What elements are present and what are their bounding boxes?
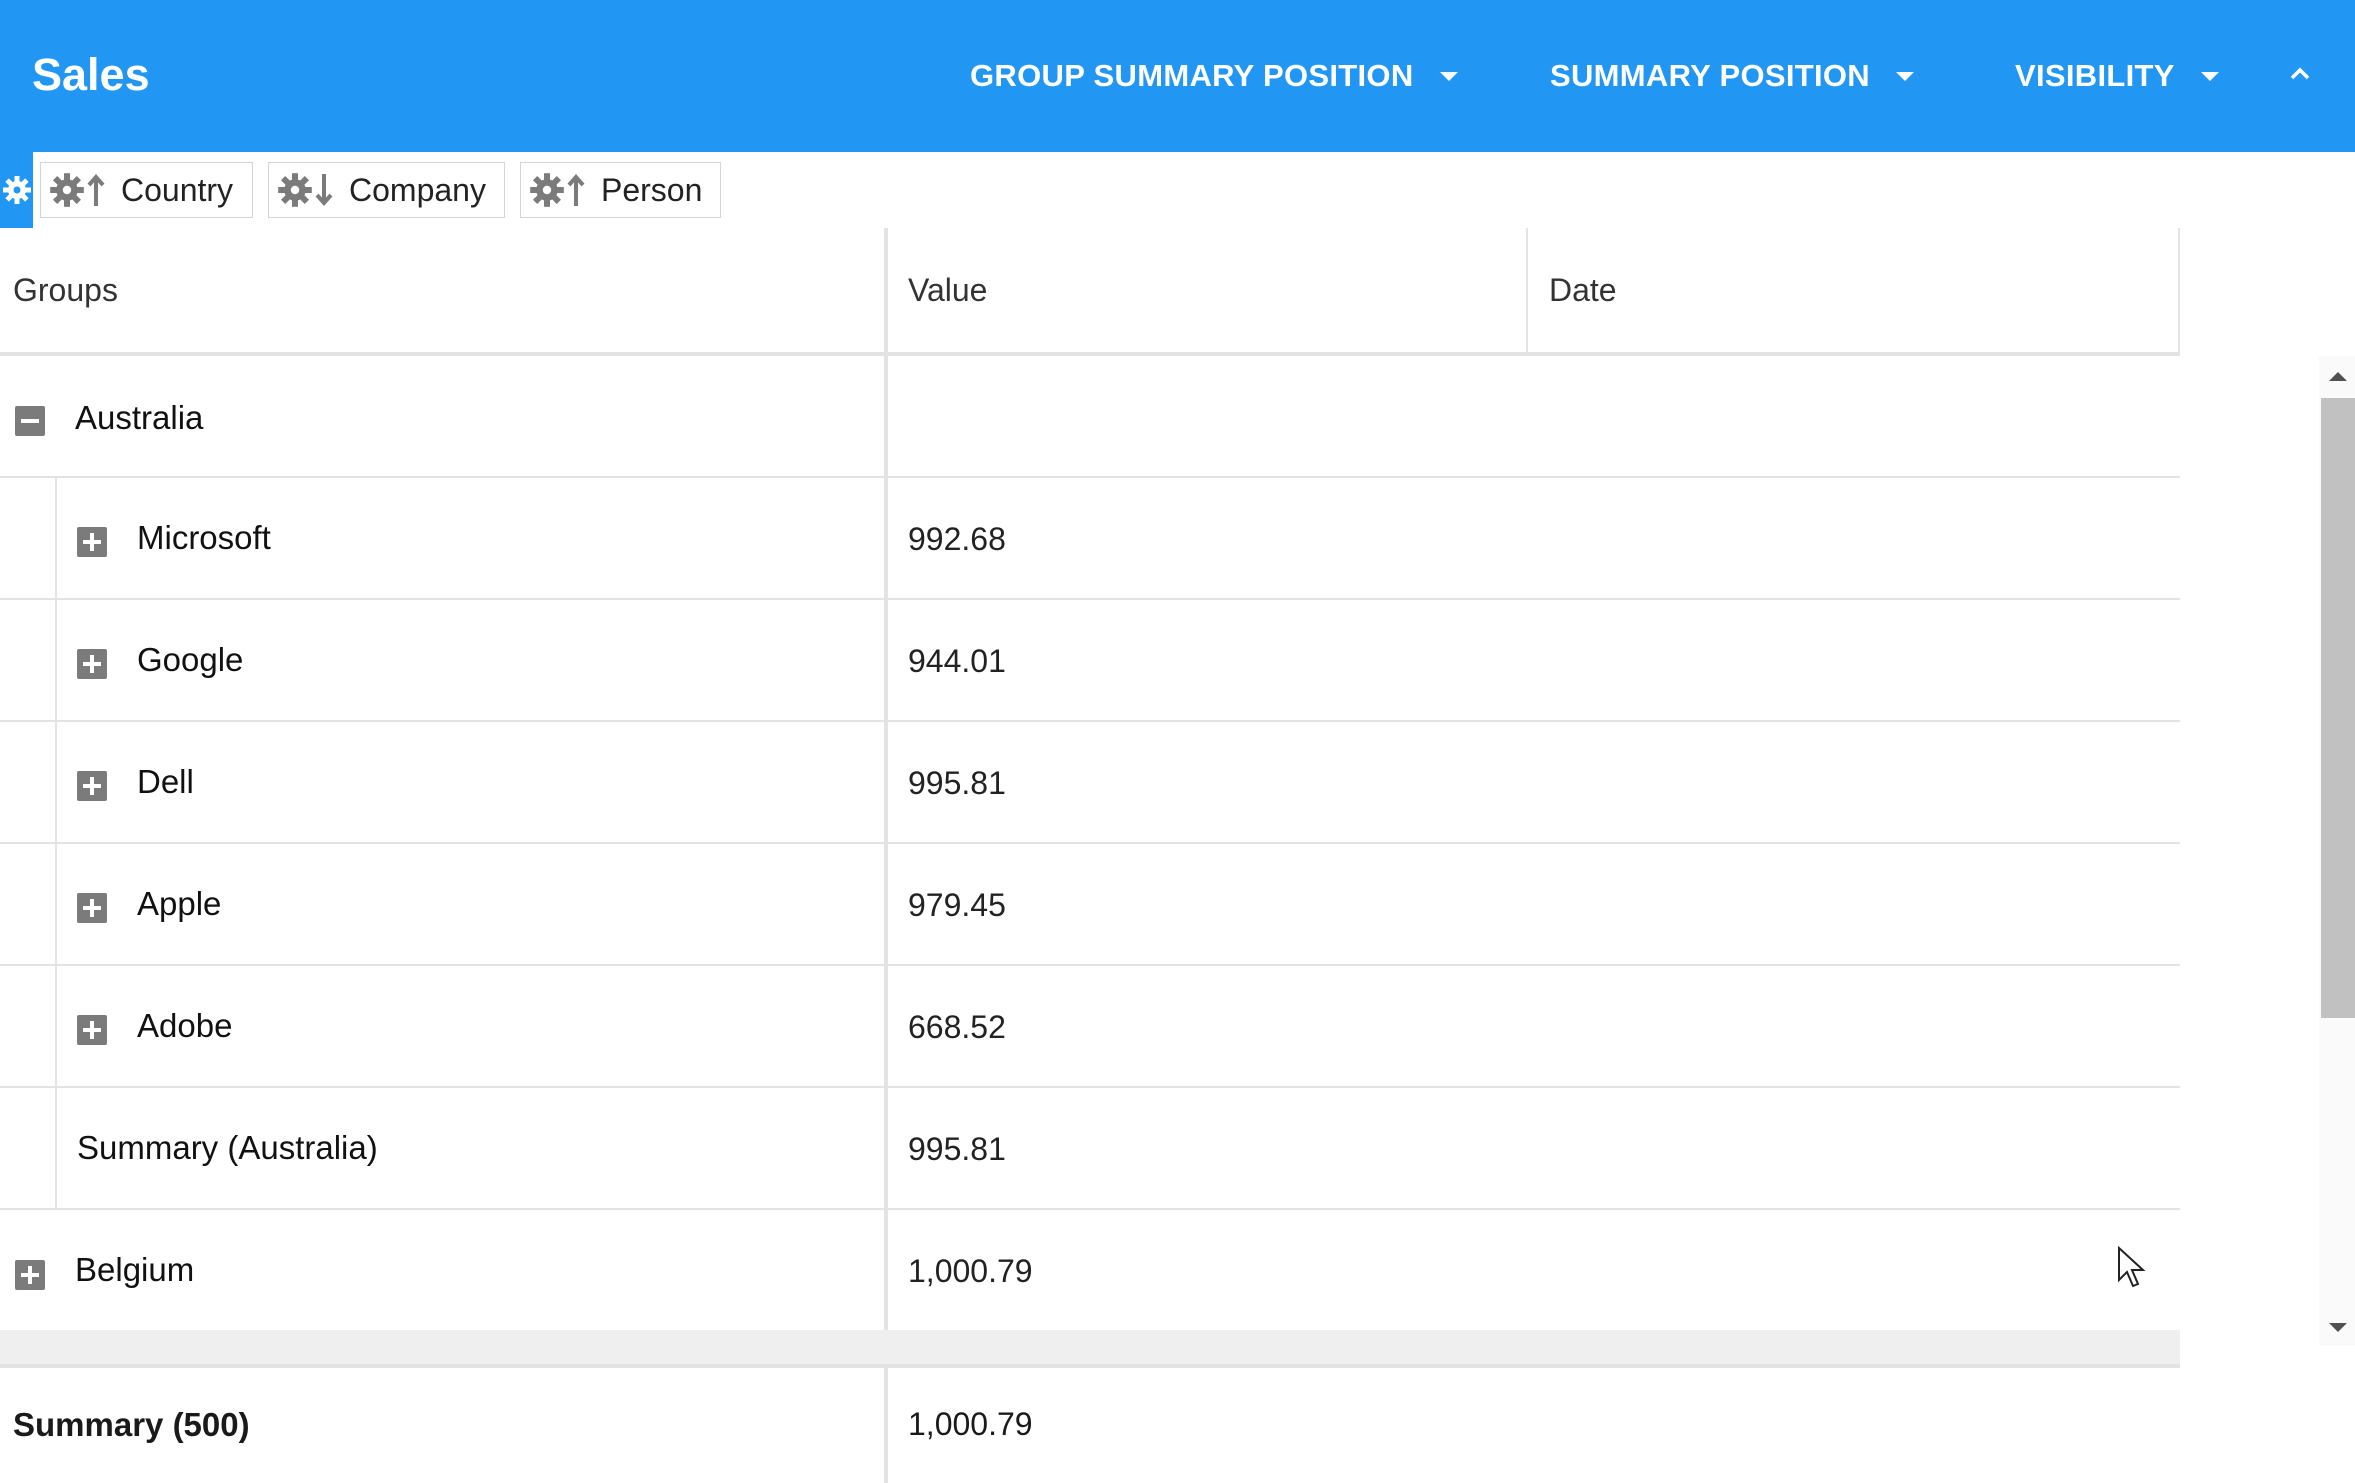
chip-label-country: Country [121, 171, 234, 208]
plus-icon[interactable] [15, 1260, 45, 1290]
scroll-down-icon[interactable] [2329, 1323, 2347, 1332]
value-cell: 995.81 [908, 1131, 1006, 1167]
group-row-dell[interactable]: Dell 995.81 [0, 722, 2180, 844]
group-summary-label: Summary (Australia) [77, 1129, 378, 1166]
caret-down-icon [1896, 71, 1914, 81]
group-row-australia[interactable]: Australia [0, 356, 2180, 478]
column-header-label: Groups [13, 271, 118, 308]
chip-sort-controls [529, 172, 587, 208]
group-panel: Country Company Person [0, 152, 2355, 228]
summary-position-button[interactable]: SUMMARY POSITION [1550, 48, 1914, 104]
arrow-up-icon[interactable] [565, 172, 587, 208]
chip-sort-controls [277, 172, 335, 208]
plus-icon[interactable] [77, 649, 107, 679]
plus-icon[interactable] [77, 771, 107, 801]
group-summary-position-button[interactable]: GROUP SUMMARY POSITION [970, 48, 1458, 104]
group-label: Adobe [137, 1007, 233, 1044]
scroll-up-icon[interactable] [2329, 372, 2347, 381]
column-header-groups[interactable]: Groups [13, 228, 883, 352]
value-cell: 979.45 [908, 887, 1006, 923]
group-row-google[interactable]: Google 944.01 [0, 600, 2180, 722]
visibility-label: VISIBILITY [2015, 58, 2175, 93]
collapse-toolbar-button[interactable] [2280, 54, 2320, 94]
group-chip-person[interactable]: Person [520, 162, 721, 218]
caret-down-icon [2200, 71, 2219, 81]
plus-icon[interactable] [77, 527, 107, 557]
vertical-scrollbar[interactable] [2319, 356, 2355, 1346]
mouse-cursor-icon [2118, 1246, 2146, 1288]
grand-summary-label: Summary (500) [13, 1406, 250, 1443]
value-cell: 995.81 [908, 765, 1006, 801]
column-divider [2178, 228, 2180, 352]
value-cell: 992.68 [908, 521, 1006, 557]
footer-divider [0, 1364, 2180, 1368]
chip-label-person: Person [601, 171, 703, 208]
scrollbar-thumb[interactable] [2321, 398, 2355, 1018]
group-chip-company[interactable]: Company [268, 162, 505, 218]
group-row-apple[interactable]: Apple 979.45 [0, 844, 2180, 966]
visibility-button[interactable]: VISIBILITY [2015, 48, 2219, 104]
group-panel-settings-button[interactable] [0, 152, 33, 228]
gear-icon [2, 176, 31, 204]
column-header-label: Date [1549, 271, 1617, 308]
chevron-up-icon [2290, 67, 2310, 80]
app-title: Sales [32, 49, 150, 100]
column-header-value[interactable]: Value [908, 228, 1523, 352]
value-cell: 944.01 [908, 643, 1006, 679]
plus-icon[interactable] [77, 893, 107, 923]
group-label: Australia [75, 399, 204, 436]
chip-sort-controls [49, 172, 107, 208]
group-label: Microsoft [137, 519, 271, 556]
minus-icon[interactable] [15, 406, 45, 436]
gear-icon[interactable] [277, 172, 313, 208]
summary-position-label: SUMMARY POSITION [1550, 58, 1870, 93]
group-row-belgium[interactable]: Belgium 1,000.79 [0, 1210, 2180, 1332]
arrow-up-icon[interactable] [85, 172, 107, 208]
column-divider [1526, 228, 1528, 352]
column-header-label: Value [908, 271, 988, 308]
value-cell: 1,000.79 [908, 1253, 1033, 1289]
data-grid: Groups Value Date Australia Microsoft 99… [0, 228, 2355, 1483]
group-row-microsoft[interactable]: Microsoft 992.68 [0, 478, 2180, 600]
group-label: Belgium [75, 1251, 195, 1288]
group-label: Google [137, 641, 244, 678]
plus-icon[interactable] [77, 1015, 107, 1045]
column-header-date[interactable]: Date [1549, 228, 2169, 352]
gear-icon[interactable] [49, 172, 85, 208]
grand-summary-value: 1,000.79 [908, 1406, 1033, 1442]
chip-label-company: Company [349, 171, 486, 208]
value-cell: 668.52 [908, 1009, 1006, 1045]
horizontal-scrollbar[interactable] [0, 1330, 2180, 1364]
group-chip-country[interactable]: Country [40, 162, 253, 218]
gear-icon[interactable] [529, 172, 565, 208]
group-label: Apple [137, 885, 222, 922]
group-row-adobe[interactable]: Adobe 668.52 [0, 966, 2180, 1088]
arrow-down-icon[interactable] [313, 172, 335, 208]
group-summary-position-label: GROUP SUMMARY POSITION [970, 58, 1414, 93]
app-toolbar: Sales GROUP SUMMARY POSITION SUMMARY POS… [0, 0, 2355, 152]
caret-down-icon [1439, 71, 1458, 81]
group-summary-row: Summary (Australia) 995.81 [0, 1088, 2180, 1210]
group-label: Dell [137, 763, 194, 800]
